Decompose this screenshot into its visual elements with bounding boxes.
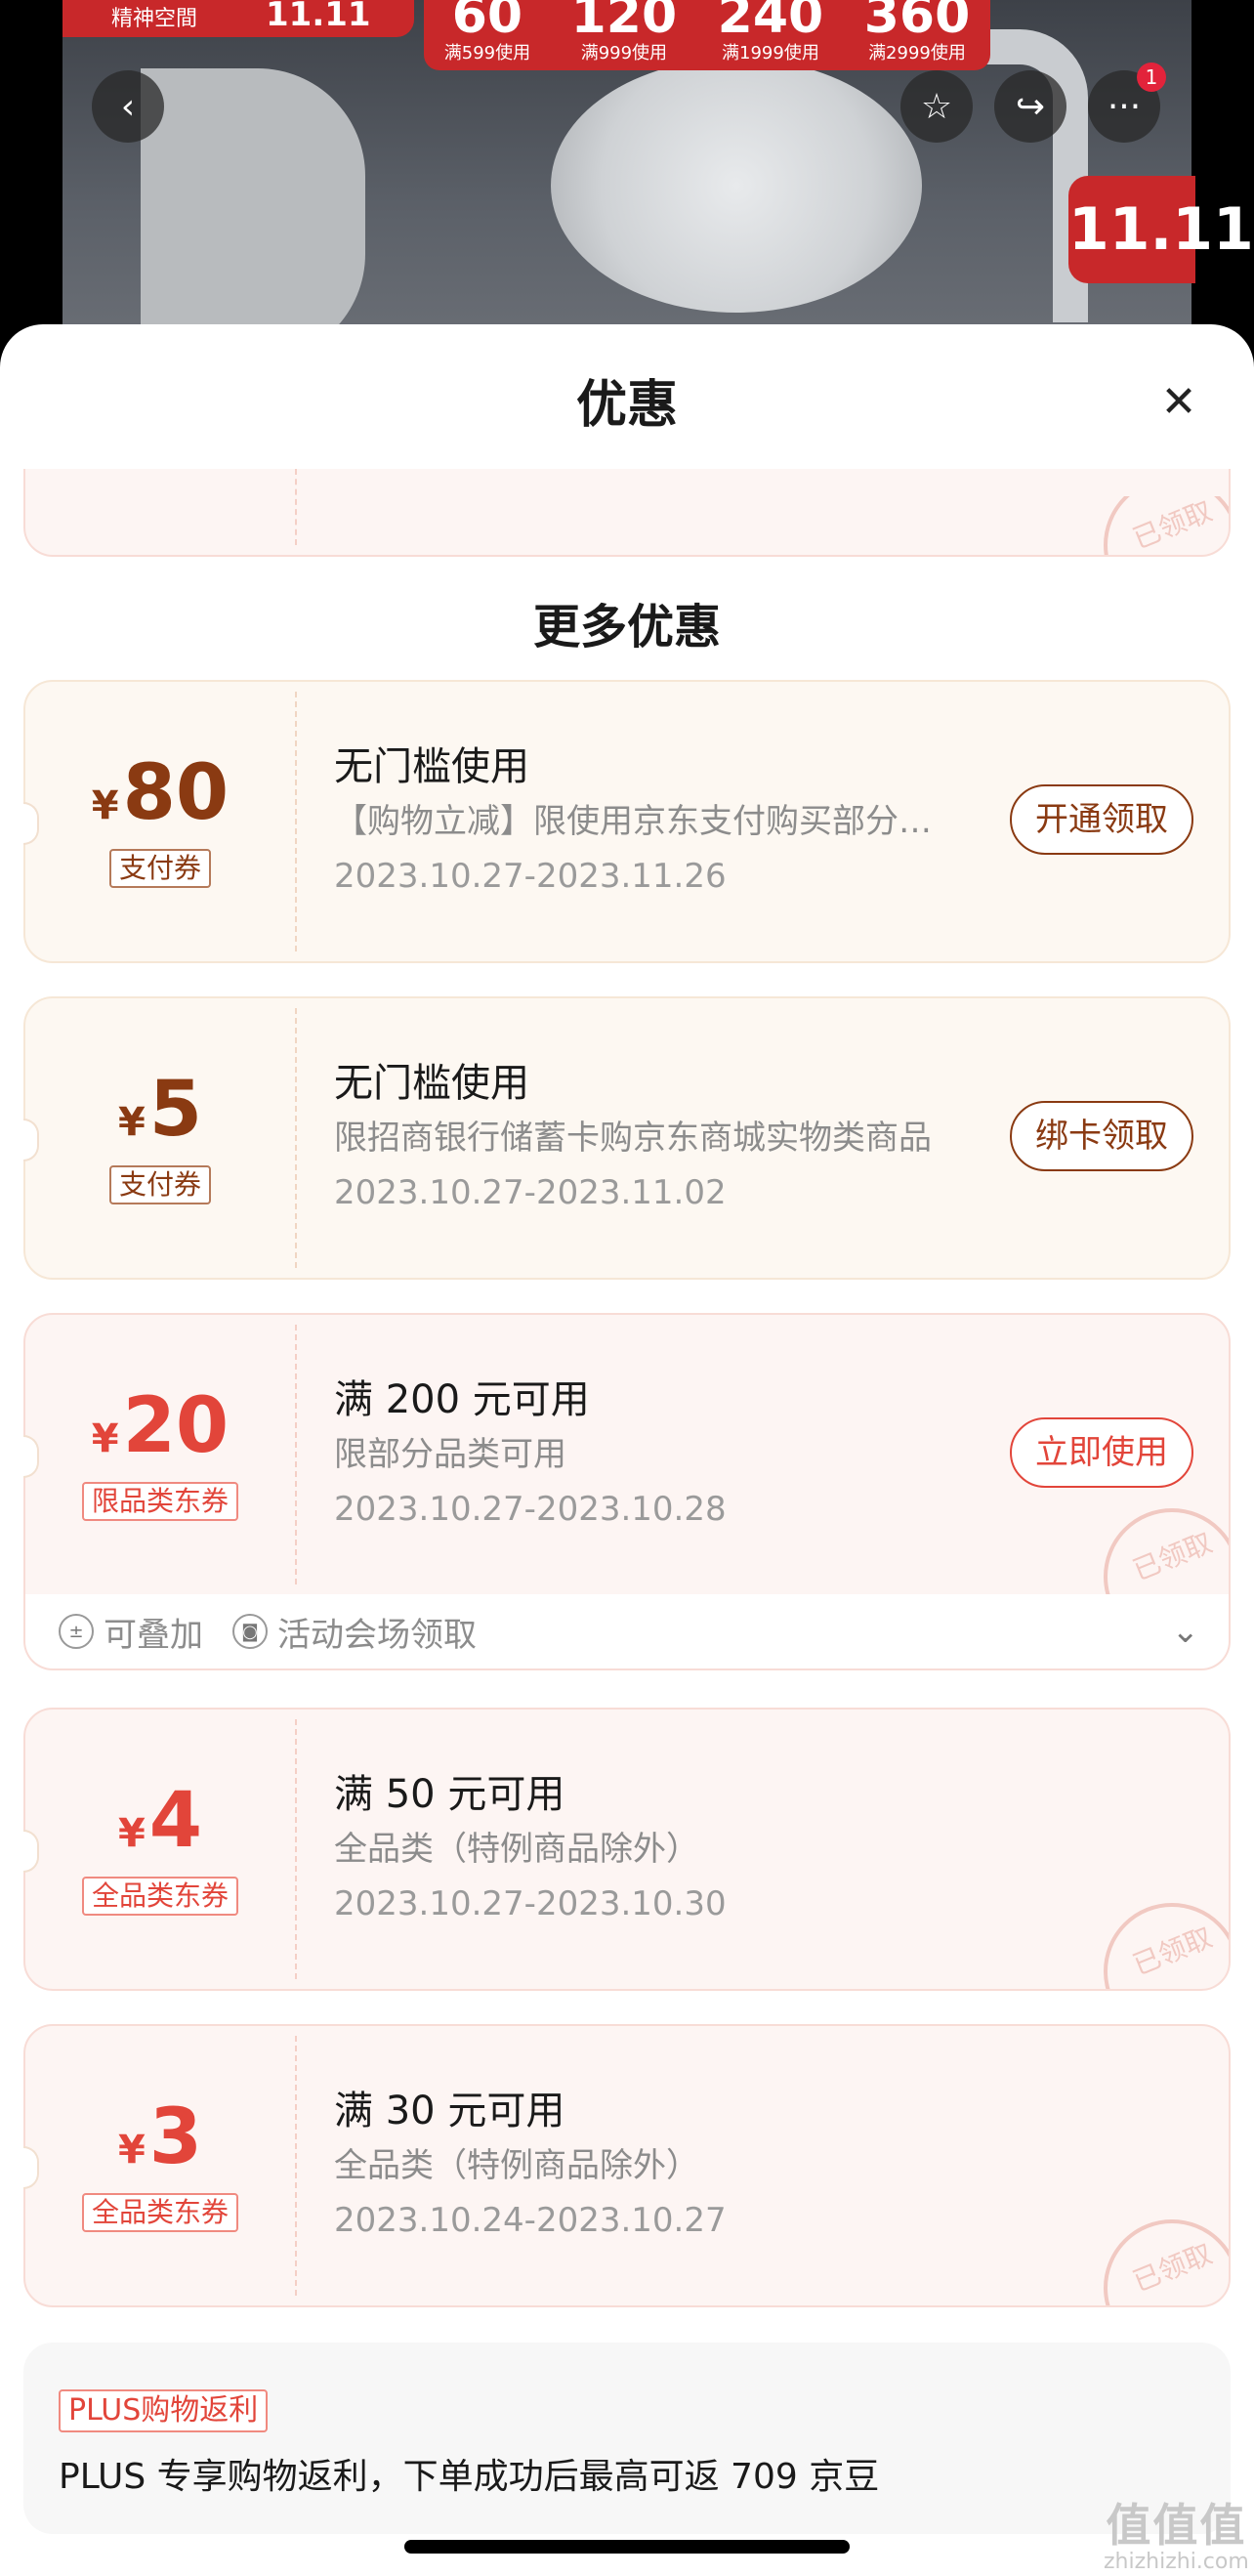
favorite-button[interactable]: ☆ — [900, 70, 973, 143]
more-button[interactable]: ··· 1 — [1088, 63, 1166, 143]
coupon-validity: 2023.10.27-2023.10.30 — [334, 1884, 727, 1923]
coupon-title: 无门槛使用 — [334, 744, 529, 789]
coupon-amount: ¥5 — [117, 1066, 203, 1154]
share-icon: ↪ — [1015, 86, 1046, 127]
coupon-title: 满 30 元可用 — [334, 2089, 565, 2133]
shower-head-graphic — [551, 59, 922, 313]
coupon-description: 限招商银行储蓄卡购京东商城实物类商品 — [334, 1119, 932, 1158]
coupon-card: ¥20 限品类东券 满 200 元可用 限部分品类可用 2023.10.27-2… — [23, 1313, 1231, 1596]
coupon-value: ¥80 支付券 — [25, 682, 295, 961]
promo-tiers: 60 满599使用 120 满999使用 240 满1999使用 360 满2999使用 — [424, 0, 990, 70]
close-button[interactable]: ✕ — [1152, 375, 1205, 428]
coupon-validity: 2023.10.27-2023.11.26 — [334, 857, 727, 896]
coupon-title: 满 50 元可用 — [334, 1772, 565, 1817]
coupon-card: ¥5 支付券 无门槛使用 限招商银行储蓄卡购京东商城实物类商品 2023.10.… — [23, 996, 1231, 1280]
stack-icon: ± — [59, 1614, 94, 1649]
coupon-description: 【购物立减】限使用京东支付购买部分商品 — [334, 802, 959, 841]
coupon-info: 满 200 元可用 限部分品类可用 2023.10.27-2023.10.28 — [334, 1315, 959, 1594]
coupon-footer[interactable]: ± 可叠加 ◙ 活动会场领取 ⌄ — [23, 1594, 1231, 1670]
use-now-button[interactable]: 立即使用 — [1010, 1417, 1193, 1488]
coupon-amount: ¥3 — [117, 2093, 203, 2181]
promo-tier: 240 满1999使用 — [717, 0, 824, 63]
coupon-value: ¥5 支付券 — [25, 998, 295, 1278]
sheet-title: 优惠 — [575, 376, 678, 435]
coupon-description: 全品类（特例商品除外） — [334, 2146, 699, 2185]
cabinet-graphic — [141, 68, 365, 361]
coupon-value: ¥4 全品类东券 — [25, 1710, 295, 1989]
coupon-type-tag: 支付券 — [108, 1165, 211, 1204]
chevron-down-icon[interactable]: ⌄ — [1172, 1612, 1200, 1651]
promo-left-label: 精神空間 11.11 — [63, 0, 414, 37]
promo-banner: 精神空間 11.11 60 满599使用 120 满999使用 240 满1999使用 … — [63, 0, 1191, 70]
activate-claim-button[interactable]: 开通领取 — [1010, 784, 1193, 855]
coupon-validity: 2023.10.24-2023.10.27 — [334, 2201, 727, 2240]
coupon-info: 无门槛使用 限招商银行储蓄卡购京东商城实物类商品 2023.10.27-2023… — [334, 998, 959, 1278]
coupon-validity: 2023.10.27-2023.11.02 — [334, 1173, 727, 1212]
coupon-amount: ¥80 — [91, 749, 230, 837]
coupon-type-tag: 全品类东券 — [81, 1877, 238, 1916]
coupon-card: ¥80 支付券 无门槛使用 【购物立减】限使用京东支付购买部分商品 2023.1… — [23, 680, 1231, 963]
promo-tier: 60 满599使用 — [443, 0, 531, 63]
coupon-title: 无门槛使用 — [334, 1061, 529, 1106]
coupon-card: ¥3 全品类东券 满 30 元可用 全品类（特例商品除外） 2023.10.24… — [23, 2024, 1231, 2307]
coupon-value: ¥20 限品类东券 — [25, 1315, 295, 1594]
ticket-icon: ◙ — [232, 1614, 268, 1649]
coupon-description: 限部分品类可用 — [334, 1435, 566, 1474]
claimed-stamp: 已领取 — [1092, 1497, 1229, 1594]
coupon-value: ¥3 全品类东券 — [25, 2026, 295, 2305]
coupon-type-tag: 限品类东券 — [81, 1482, 238, 1521]
coupon-description: 全品类（特例商品除外） — [334, 1830, 699, 1869]
claimed-stamp: 已领取 — [1092, 2208, 1229, 2305]
coupon-info: 满 50 元可用 全品类（特例商品除外） 2023.10.27-2023.10.… — [334, 1710, 959, 1989]
bind-card-claim-button[interactable]: 绑卡领取 — [1010, 1101, 1193, 1171]
plus-rebate-card[interactable]: PLUS购物返利 PLUS 专享购物返利，下单成功后最高可返 709 京豆 — [23, 2343, 1231, 2534]
coupon-card: ¥4 全品类东券 满 50 元可用 全品类（特例商品除外） 2023.10.27… — [23, 1708, 1231, 1991]
promo-tier: 360 满2999使用 — [863, 0, 971, 63]
notification-badge: 1 — [1137, 63, 1166, 92]
coupon-validity: 2023.10.27-2023.10.28 — [334, 1490, 727, 1529]
close-icon: ✕ — [1160, 376, 1197, 427]
back-button[interactable]: ‹ — [92, 70, 164, 143]
home-indicator[interactable] — [404, 2540, 850, 2554]
coupon-type-tag: 全品类东券 — [81, 2193, 238, 2232]
claimed-coupon-partial: 已领取 — [23, 469, 1231, 557]
coupon-title: 满 200 元可用 — [334, 1377, 590, 1422]
promo-tier: 120 满999使用 — [570, 0, 678, 63]
stackable-label: 可叠加 — [104, 1615, 203, 1655]
claimed-stamp: 已领取 — [1092, 1891, 1229, 1989]
source-label: 活动会场领取 — [277, 1615, 477, 1655]
double-eleven-badge: 11.11 — [1068, 176, 1254, 283]
more-icon: ··· — [1107, 86, 1142, 127]
coupon-info: 满 30 元可用 全品类（特例商品除外） 2023.10.24-2023.10.… — [334, 2026, 959, 2305]
claimed-stamp: 已领取 — [1092, 496, 1229, 555]
plus-rebate-text: PLUS 专享购物返利，下单成功后最高可返 709 京豆 — [59, 2457, 880, 2497]
coupon-amount: ¥4 — [117, 1777, 203, 1865]
coupon-info: 无门槛使用 【购物立减】限使用京东支付购买部分商品 2023.10.27-202… — [334, 682, 959, 961]
share-button[interactable]: ↪ — [994, 70, 1066, 143]
coupon-amount: ¥20 — [91, 1382, 230, 1470]
chevron-left-icon: ‹ — [120, 86, 136, 127]
more-offers-heading: 更多优惠 — [532, 600, 721, 655]
watermark: 值值值 zhizhizhi.com — [1104, 2499, 1249, 2574]
plus-rebate-tag: PLUS购物返利 — [59, 2389, 269, 2432]
coupon-type-tag: 支付券 — [108, 849, 211, 888]
product-image-background: 11.11 精神空間 11.11 60 满599使用 120 满999使用 240 满1… — [0, 0, 1254, 371]
star-icon: ☆ — [920, 86, 953, 127]
